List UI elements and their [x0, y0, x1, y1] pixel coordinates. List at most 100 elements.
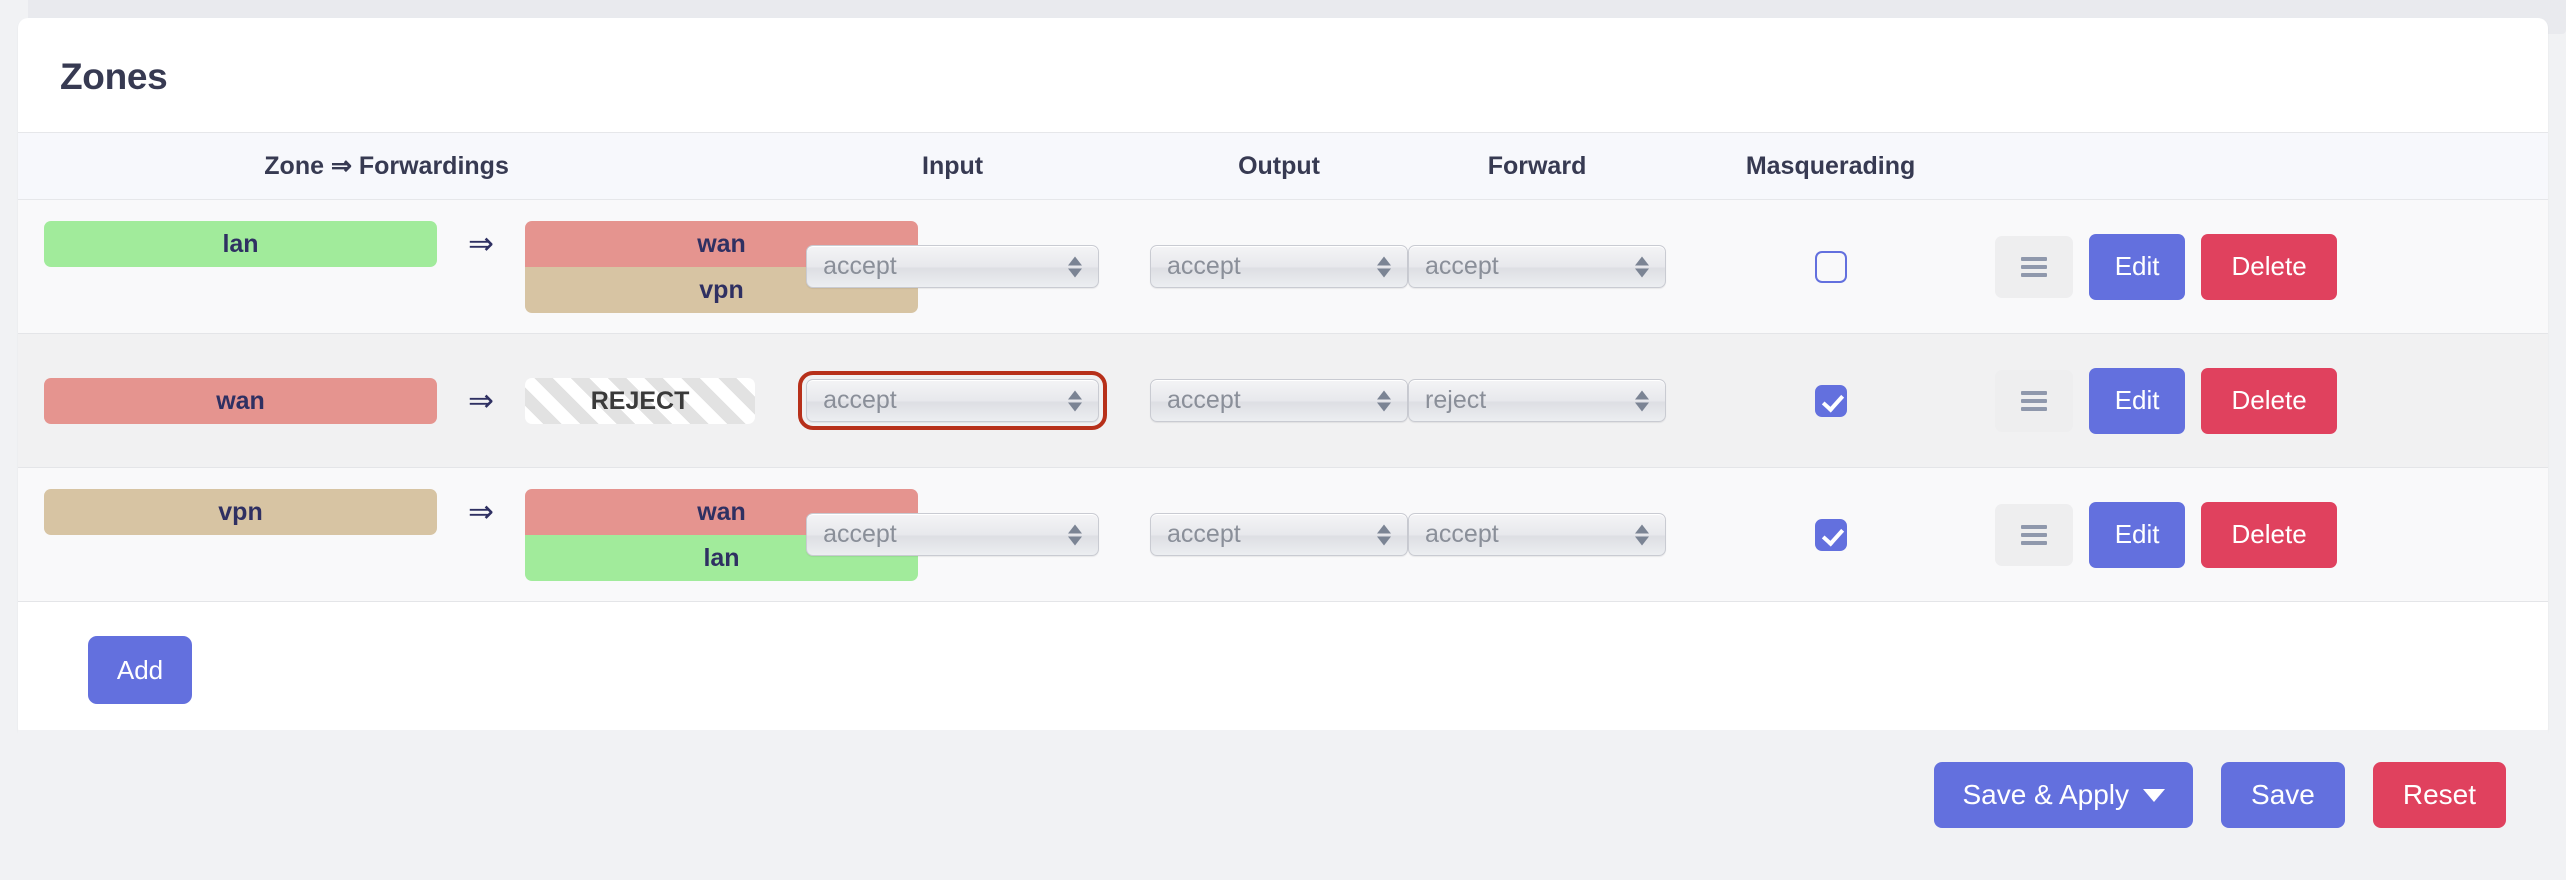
forward-cell: accept [1408, 200, 1667, 334]
masquerading-cell [1666, 334, 1995, 468]
forward-select-value: accept [1425, 252, 1499, 280]
stepper-arrows-icon [1068, 524, 1083, 545]
column-header-output: Output [1238, 151, 1320, 180]
zone-badge[interactable]: lan [44, 220, 437, 267]
zones-card: Zones Zone ⇒ Forwardings Input Output Fo… [18, 18, 2548, 738]
edit-button[interactable]: Edit [2089, 233, 2186, 300]
forward-arrow-icon: ⇒ [468, 225, 494, 261]
output-select-value: accept [1167, 386, 1241, 414]
edit-button[interactable]: Edit [2089, 367, 2186, 434]
stepper-arrows-icon [1377, 256, 1392, 277]
zone-cell-inner: wan ⇒ REJECT [18, 377, 756, 424]
zone-forwardings-cell: vpn ⇒ wan lan [18, 468, 918, 602]
output-cell: accept [1150, 334, 1409, 468]
page-title: Zones [60, 56, 168, 97]
output-wrapper: accept [1150, 379, 1409, 422]
stepper-arrows-icon [1377, 524, 1392, 545]
drag-handle-button[interactable] [1995, 503, 2074, 566]
masquerading-checkbox[interactable] [1814, 384, 1847, 417]
stepper-arrows-icon [1377, 390, 1392, 411]
input-select-value: accept [823, 386, 897, 414]
input-select[interactable]: accept [806, 513, 1100, 556]
zone-cell-inner: lan ⇒ wan vpn [18, 220, 918, 313]
zones-table: Zone ⇒ Forwardings Input Output Forward … [18, 132, 2548, 602]
stepper-arrows-icon [1068, 390, 1083, 411]
input-wrapper: accept [755, 513, 1150, 556]
forward-cell: reject [1408, 334, 1667, 468]
table-row: lan ⇒ wan vpn accept accept accept Edit Delete [18, 199, 2548, 334]
hamburger-bar-icon [2021, 390, 2048, 395]
zones-table-body: lan ⇒ wan vpn accept accept accept Edit Delete wa… [18, 199, 2548, 602]
input-wrapper: accept [755, 371, 1150, 430]
masquerading-wrapper [1666, 518, 1995, 551]
add-zone-button[interactable]: Add [88, 636, 192, 704]
output-select-value: accept [1167, 520, 1241, 548]
footer-actions: Save & Apply Save Reset [18, 730, 2548, 880]
edit-button[interactable]: Edit [2089, 501, 2186, 568]
masquerading-checkbox[interactable] [1814, 518, 1847, 551]
delete-button[interactable]: Delete [2201, 367, 2338, 434]
table-row: wan ⇒ REJECT accept accept reject Edit Delete [18, 333, 2548, 468]
output-wrapper: accept [1150, 245, 1409, 288]
output-select[interactable]: accept [1150, 245, 1409, 288]
drag-handle-button[interactable] [1995, 369, 2074, 432]
chevron-down-icon [2143, 788, 2166, 802]
save-and-apply-button[interactable]: Save & Apply [1934, 762, 2194, 828]
input-wrapper: accept [755, 245, 1150, 288]
hamburger-bar-icon [2021, 264, 2048, 269]
input-cell: accept [755, 334, 1150, 468]
stepper-arrows-icon [1635, 390, 1650, 411]
actions-group: Edit Delete [1995, 501, 2548, 568]
zone-badge[interactable]: wan [44, 377, 437, 424]
masquerading-checkbox[interactable] [1814, 250, 1847, 283]
input-select[interactable]: accept [798, 371, 1108, 430]
zone-badge[interactable]: vpn [44, 488, 437, 535]
output-wrapper: accept [1150, 513, 1409, 556]
delete-button[interactable]: Delete [2201, 233, 2338, 300]
save-button[interactable]: Save [2221, 762, 2345, 828]
input-select-value: accept [823, 252, 897, 280]
column-header-input: Input [922, 151, 984, 180]
forward-cell: accept [1408, 468, 1667, 602]
page-root: Zones Zone ⇒ Forwardings Input Output Fo… [0, 0, 2566, 880]
actions-group: Edit Delete [1995, 233, 2548, 300]
actions-cell: Edit Delete [1995, 334, 2548, 468]
table-header-row: Zone ⇒ Forwardings Input Output Forward … [18, 132, 2548, 200]
forward-wrapper: accept [1408, 245, 1667, 288]
forward-wrapper: accept [1408, 513, 1667, 556]
forward-select[interactable]: accept [1408, 245, 1667, 288]
column-header-forward: Forward [1487, 151, 1587, 180]
reject-badge: REJECT [525, 377, 756, 424]
zone-forwardings-cell: wan ⇒ REJECT [18, 334, 756, 468]
output-select-value: accept [1167, 252, 1241, 280]
reset-button[interactable]: Reset [2372, 762, 2506, 828]
forward-select[interactable]: reject [1408, 379, 1667, 422]
forward-select[interactable]: accept [1408, 513, 1667, 556]
output-cell: accept [1150, 468, 1409, 602]
output-select[interactable]: accept [1150, 513, 1409, 556]
actions-cell: Edit Delete [1995, 468, 2548, 602]
hamburger-bar-icon [2021, 272, 2048, 277]
forward-select-value: reject [1425, 386, 1487, 414]
actions-cell: Edit Delete [1995, 200, 2548, 334]
column-header-masquerading: Masquerading [1745, 151, 1916, 180]
actions-group: Edit Delete [1995, 367, 2548, 434]
column-header-actions [1995, 133, 2548, 200]
add-button-area: Add [18, 602, 2548, 738]
column-header-zone: Zone ⇒ Forwardings [264, 152, 509, 180]
forward-arrow-icon: ⇒ [468, 493, 494, 529]
stepper-arrows-icon [1635, 256, 1650, 277]
input-select[interactable]: accept [806, 245, 1100, 288]
zones-table-head: Zone ⇒ Forwardings Input Output Forward … [18, 132, 2548, 200]
delete-button[interactable]: Delete [2201, 501, 2338, 568]
forward-select-value: accept [1425, 520, 1499, 548]
zone-forwardings-cell: lan ⇒ wan vpn [18, 200, 918, 334]
hamburger-bar-icon [2021, 532, 2048, 537]
hamburger-bar-icon [2021, 406, 2048, 411]
drag-handle-button[interactable] [1995, 235, 2074, 298]
zone-cell-inner: vpn ⇒ wan lan [18, 488, 918, 581]
hamburger-bar-icon [2021, 540, 2048, 545]
save-and-apply-label: Save & Apply [1962, 779, 2130, 810]
output-select[interactable]: accept [1150, 379, 1409, 422]
left-gutter [0, 0, 18, 880]
